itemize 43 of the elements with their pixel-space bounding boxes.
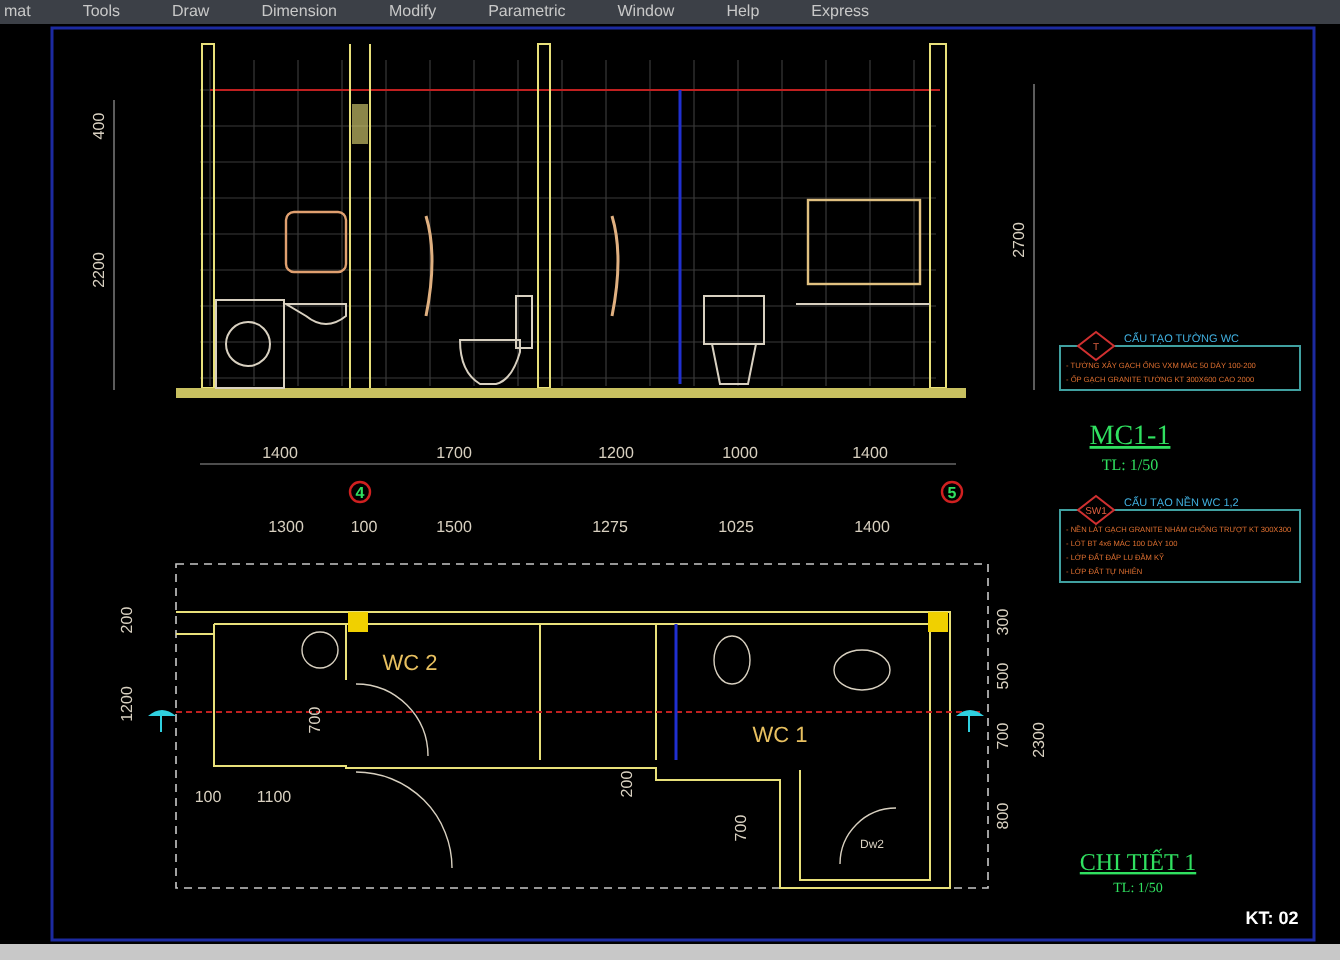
menu-item[interactable]: Modify xyxy=(389,4,437,20)
menu-item[interactable]: Express xyxy=(811,4,870,20)
menu-item[interactable]: Dimension xyxy=(261,4,337,20)
dimension-text: 1400 xyxy=(262,444,298,462)
dimension-text: 1300 xyxy=(268,518,304,536)
dimension-text: 2200 xyxy=(90,252,108,288)
dimension-text: 1200 xyxy=(118,686,136,722)
menu-item[interactable]: Parametric xyxy=(488,4,566,20)
dimension-text: 1400 xyxy=(854,518,890,536)
dimension-text: 700 xyxy=(732,814,750,842)
room-label: WC 1 xyxy=(752,724,808,748)
dimension-text: 1100 xyxy=(256,788,292,806)
dimension-text: 2300 xyxy=(1030,722,1048,758)
dimension-text: 1000 xyxy=(722,444,758,462)
section-title: MC1-1 xyxy=(1089,422,1171,452)
dimension-text: 1500 xyxy=(436,518,472,536)
dimension-text: 1200 xyxy=(598,444,634,462)
dimension-text: 200 xyxy=(618,770,636,798)
menu-item[interactable]: Help xyxy=(726,4,760,20)
dimension-text: 700 xyxy=(994,722,1012,750)
sheet-number: KT: 02 xyxy=(1245,908,1299,928)
dimension-text: 500 xyxy=(994,662,1012,690)
dimension-text: 800 xyxy=(994,802,1012,830)
axis-label: 5 xyxy=(947,484,957,502)
axis-label: 4 xyxy=(355,484,365,502)
menu-item[interactable]: mat xyxy=(4,4,31,20)
dimension-text: 2700 xyxy=(1010,222,1028,258)
dimension-text: 1400 xyxy=(852,444,888,462)
menu-item[interactable]: Tools xyxy=(82,4,121,20)
dimension-text: 100 xyxy=(194,788,222,806)
room-label: WC 2 xyxy=(382,652,438,676)
dimension-text: 400 xyxy=(90,112,108,140)
dimension-text: 200 xyxy=(118,606,136,634)
scale-text: TL: 1/50 xyxy=(1101,456,1159,474)
dimension-text: 700 xyxy=(306,706,324,734)
dimension-text: 1025 xyxy=(718,518,754,536)
dimension-text: 300 xyxy=(994,608,1012,636)
dimension-text: 100 xyxy=(350,518,378,536)
detail-title: CHI TIẾT 1 xyxy=(1079,848,1197,876)
dimension-text: 1275 xyxy=(592,518,628,536)
menu-item[interactable]: Draw xyxy=(172,4,210,20)
menu-item[interactable]: Window xyxy=(617,4,675,20)
dimension-text: 1700 xyxy=(436,444,472,462)
